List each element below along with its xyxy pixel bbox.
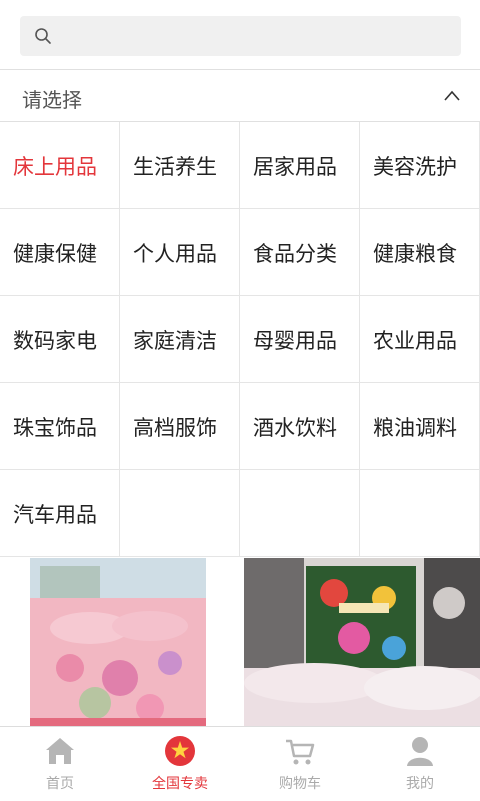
category-cell[interactable]: 酒水饮料 <box>240 383 360 470</box>
category-label: 母婴用品 <box>253 329 337 353</box>
category-cell[interactable]: 汽车用品 <box>0 470 120 557</box>
category-label: 高档服饰 <box>133 416 217 440</box>
search-input[interactable] <box>20 16 461 56</box>
category-cell[interactable]: 健康保健 <box>0 209 120 296</box>
search-icon <box>35 28 51 44</box>
category-label: 食品分类 <box>253 242 337 266</box>
search-bar <box>0 0 480 70</box>
nav-cart[interactable]: 购物车 <box>240 727 360 801</box>
nav-mine-label: 我的 <box>406 776 434 792</box>
category-label: 健康粮食 <box>373 242 457 266</box>
category-label: 酒水饮料 <box>253 416 337 440</box>
category-cell[interactable]: 粮油调料 <box>360 383 480 470</box>
category-select-header[interactable]: 请选择 <box>0 70 480 122</box>
category-label: 数码家电 <box>13 329 97 353</box>
chevron-up-icon[interactable] <box>442 86 462 106</box>
category-label: 个人用品 <box>133 242 217 266</box>
category-cell-empty <box>120 470 240 557</box>
category-cell[interactable]: 生活养生 <box>120 122 240 209</box>
product-image-quilt[interactable] <box>244 558 480 726</box>
category-label: 生活养生 <box>133 155 217 179</box>
nav-mine[interactable]: 我的 <box>360 727 480 801</box>
star-badge-icon <box>165 736 195 766</box>
category-cell-empty <box>240 470 360 557</box>
category-cell[interactable]: 健康粮食 <box>360 209 480 296</box>
product-image-bedding[interactable] <box>30 558 206 726</box>
category-cell[interactable]: 家庭清洁 <box>120 296 240 383</box>
cart-icon <box>286 739 315 765</box>
category-label: 汽车用品 <box>13 503 97 527</box>
home-icon <box>46 738 74 764</box>
category-cell[interactable]: 个人用品 <box>120 209 240 296</box>
category-label: 家庭清洁 <box>133 329 217 353</box>
category-label: 珠宝饰品 <box>13 416 97 440</box>
category-cell[interactable]: 食品分类 <box>240 209 360 296</box>
nav-national-label: 全国专卖 <box>152 776 208 792</box>
product-list <box>0 558 480 726</box>
category-label: 床上用品 <box>13 155 97 179</box>
category-cell[interactable]: 数码家电 <box>0 296 120 383</box>
category-label: 美容洗护 <box>373 155 457 179</box>
category-cell[interactable]: 珠宝饰品 <box>0 383 120 470</box>
nav-home-label: 首页 <box>46 776 74 792</box>
category-label: 居家用品 <box>253 155 337 179</box>
category-label: 健康保健 <box>13 242 97 266</box>
category-cell-empty <box>360 470 480 557</box>
category-label: 农业用品 <box>373 329 457 353</box>
category-label: 粮油调料 <box>373 416 457 440</box>
category-cell[interactable]: 母婴用品 <box>240 296 360 383</box>
select-label: 请选择 <box>22 88 82 112</box>
bottom-nav: 首页 全国专卖 购物车 我的 <box>0 726 480 800</box>
nav-home[interactable]: 首页 <box>0 727 120 801</box>
nav-cart-label: 购物车 <box>279 776 321 792</box>
category-cell[interactable]: 农业用品 <box>360 296 480 383</box>
category-cell[interactable]: 居家用品 <box>240 122 360 209</box>
nav-national[interactable]: 全国专卖 <box>120 727 240 801</box>
category-cell[interactable]: 高档服饰 <box>120 383 240 470</box>
user-icon <box>407 737 433 766</box>
category-cell[interactable]: 美容洗护 <box>360 122 480 209</box>
category-cell[interactable]: 床上用品 <box>0 122 120 209</box>
